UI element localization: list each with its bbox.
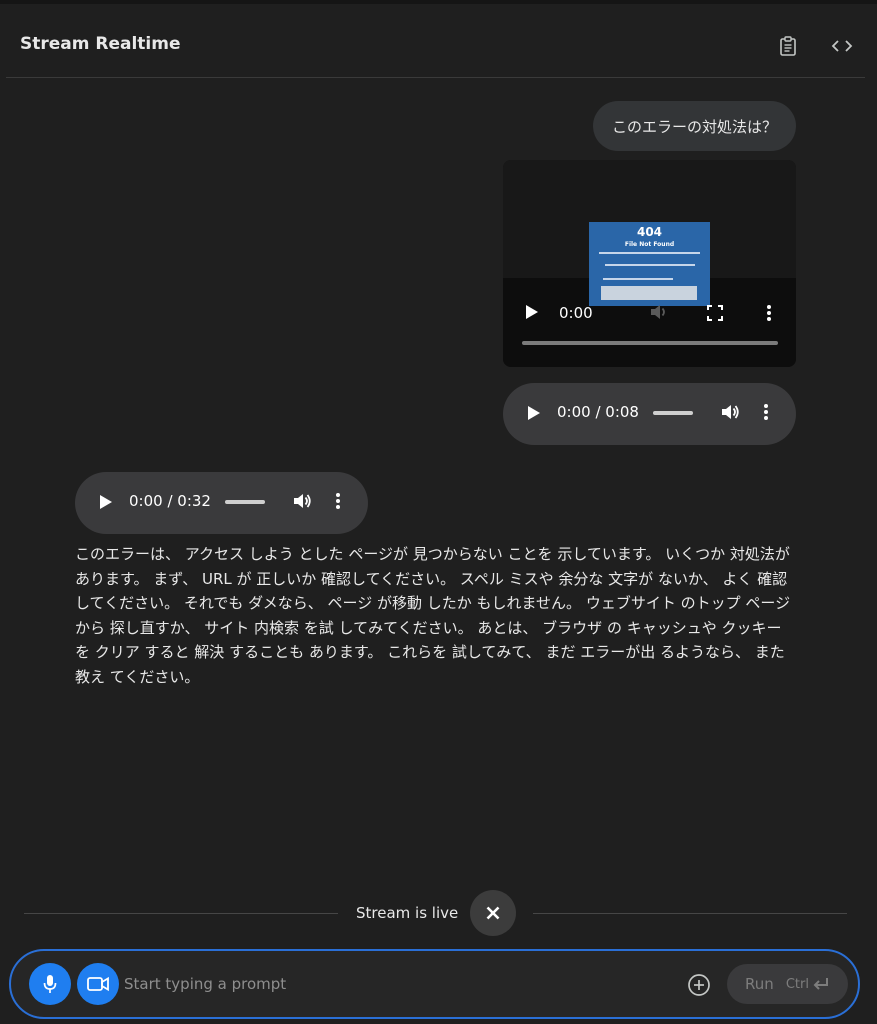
audio-time: 0:00 / 0:32	[129, 492, 211, 510]
stream-status: Stream is live	[356, 904, 459, 922]
thumbnail-box	[601, 286, 697, 300]
audio-more-vert-icon[interactable]	[335, 492, 341, 514]
video-progress-bar[interactable]	[522, 341, 778, 345]
stop-stream-button[interactable]	[470, 890, 516, 936]
stream-divider-left	[24, 913, 338, 914]
mic-icon	[43, 975, 57, 993]
audio-progress-bar[interactable]	[653, 411, 693, 415]
prompt-input[interactable]	[124, 975, 664, 993]
video-player[interactable]: 404 File Not Found 0:00	[503, 160, 796, 367]
model-audio-player[interactable]: 0:00 / 0:32	[75, 472, 368, 534]
thumbnail-404-subtitle: File Not Found	[624, 241, 675, 248]
video-more-vert-icon[interactable]	[766, 304, 772, 326]
thumbnail-line	[599, 252, 700, 254]
video-thumbnail-404: 404 File Not Found	[589, 222, 710, 306]
video-camera-button[interactable]	[77, 963, 119, 1005]
video-volume-icon[interactable]	[649, 303, 669, 325]
thumbnail-404-code: 404	[636, 225, 663, 239]
shortcut-label: Ctrl	[785, 976, 809, 992]
page-title: Stream Realtime	[20, 34, 181, 54]
header: Stream Realtime	[0, 4, 877, 78]
add-circle-icon[interactable]	[687, 973, 711, 997]
user-message-bubble: このエラーの対処法は？	[593, 101, 796, 151]
user-message-text: このエラーの対処法は？	[611, 117, 777, 136]
audio-more-vert-icon[interactable]	[763, 403, 769, 425]
user-audio-player[interactable]: 0:00 / 0:08	[503, 383, 796, 445]
audio-progress-bar[interactable]	[225, 500, 265, 504]
audio-volume-icon[interactable]	[720, 403, 740, 425]
fullscreen-icon[interactable]	[707, 305, 723, 325]
stream-divider-right	[533, 913, 847, 914]
enter-icon	[813, 978, 828, 990]
model-reply-text: このエラーは、 アクセス しよう とした ページが 見つからない ことを 示して…	[75, 545, 791, 686]
code-icon[interactable]	[830, 34, 854, 58]
audio-play-icon[interactable]	[99, 494, 113, 514]
thumbnail-line	[605, 264, 695, 266]
audio-volume-icon[interactable]	[292, 492, 312, 514]
prompt-input-bar: Run Ctrl	[9, 949, 860, 1019]
thumbnail-line	[603, 278, 673, 280]
video-play-icon[interactable]	[525, 304, 539, 324]
mic-button[interactable]	[29, 963, 71, 1005]
audio-time: 0:00 / 0:08	[557, 403, 639, 421]
close-icon	[486, 906, 500, 920]
video-time: 0:00	[559, 304, 593, 322]
run-label: Run	[745, 975, 774, 993]
header-divider	[6, 77, 865, 78]
audio-play-icon[interactable]	[527, 405, 541, 425]
video-camera-icon	[87, 976, 109, 992]
run-button[interactable]: Run Ctrl	[727, 964, 848, 1004]
clipboard-icon[interactable]	[776, 34, 800, 58]
